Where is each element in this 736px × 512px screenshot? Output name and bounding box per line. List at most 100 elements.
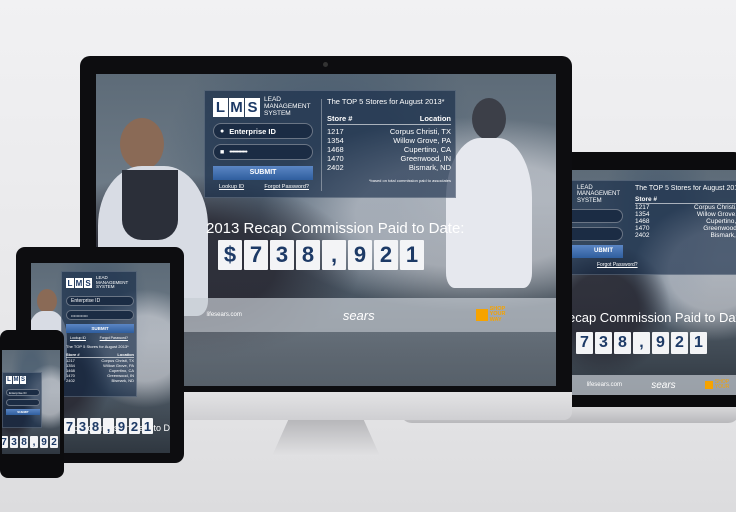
person-shirt bbox=[446, 138, 532, 288]
digit: 3 bbox=[77, 418, 88, 434]
commission-counter: 7 3 8 , 9 2 bbox=[2, 436, 58, 448]
enterprise-id-input[interactable]: D bbox=[572, 209, 623, 223]
store-num: 2402 bbox=[66, 378, 75, 383]
digit: , bbox=[633, 332, 650, 354]
digit: 9 bbox=[40, 436, 48, 448]
top5-table: The TOP 5 Stores for August 2013* Store … bbox=[327, 97, 451, 183]
camera-dot bbox=[323, 62, 328, 67]
password-input[interactable] bbox=[572, 227, 623, 241]
enterprise-id-input[interactable]: Enterprise ID bbox=[6, 389, 40, 396]
store-location: Greenwood, IN bbox=[400, 154, 451, 163]
password-input[interactable] bbox=[6, 399, 40, 406]
store-location: Greenwood, IN bbox=[703, 225, 736, 232]
logo: L M S bbox=[6, 376, 26, 384]
commission-counter: $ 7 3 8 , 9 2 1 bbox=[218, 240, 424, 270]
store-num: 2402 bbox=[635, 232, 650, 239]
commission-counter: 7 3 8 , 9 2 1 bbox=[576, 332, 707, 354]
lookup-id-link[interactable]: Lookup ID bbox=[219, 184, 244, 190]
login-panel: L M S LEAD MANAGEMENT SYSTEM Enterprise … bbox=[61, 271, 137, 397]
store-num: 1468 bbox=[327, 145, 344, 154]
footnote: *based on total commission paid to assoc… bbox=[368, 178, 451, 183]
col-location: Location bbox=[117, 352, 134, 357]
store-num: 2402 bbox=[327, 163, 344, 172]
digit: , bbox=[103, 418, 114, 434]
digit: 7 bbox=[2, 436, 8, 448]
forgot-password-link[interactable]: Forgot Password? bbox=[100, 336, 128, 340]
store-location: Cupertino, CA bbox=[403, 145, 451, 154]
store-num: 1354 bbox=[635, 211, 650, 218]
password-mask: •••••••••••• bbox=[229, 148, 247, 156]
password-input[interactable]: ■ •••••••••••• bbox=[213, 144, 313, 160]
logo-letter: S bbox=[245, 97, 260, 117]
person-head bbox=[472, 98, 506, 140]
logo-line3: SYSTEM bbox=[96, 284, 115, 290]
login-panel: L M S LEAD MANAGEMENT SYSTEM ● Enterpris… bbox=[204, 90, 456, 198]
sears-logo: sears bbox=[651, 379, 676, 391]
digit: 9 bbox=[116, 418, 127, 434]
store-location: Corpus Christi, TX bbox=[389, 127, 451, 136]
logo-line2: MANAGEMENT bbox=[577, 191, 621, 198]
digit: 2 bbox=[129, 418, 140, 434]
logo-line3: SYSTEM bbox=[264, 109, 291, 117]
submit-button[interactable]: SUBMIT bbox=[66, 324, 134, 333]
store-num: 1217 bbox=[635, 204, 650, 211]
shop-box-icon bbox=[704, 381, 713, 389]
digit: 1 bbox=[690, 332, 707, 354]
digit: 3 bbox=[595, 332, 612, 354]
submit-button[interactable]: SUBMIT bbox=[6, 409, 40, 415]
logo-letter: S bbox=[20, 376, 26, 384]
digit: 7 bbox=[64, 418, 75, 434]
submit-button[interactable]: SUBMIT bbox=[213, 166, 313, 180]
logo-letter: L bbox=[213, 97, 228, 117]
enterprise-placeholder: Enterprise ID bbox=[71, 298, 101, 304]
logo: L M S LEAD MANAGEMENT SYSTEM bbox=[66, 275, 128, 290]
sears-logo: sears bbox=[342, 307, 375, 323]
store-num: 1354 bbox=[327, 136, 344, 145]
logo-letter: M bbox=[75, 278, 83, 289]
shop-your-way-logo: SHOP YOUR WAY bbox=[475, 306, 505, 324]
digit: 7 bbox=[576, 332, 593, 354]
store-location: Bismark, ND bbox=[408, 163, 451, 172]
store-location: Willow Grove, PA bbox=[393, 136, 451, 145]
lookup-id-link[interactable]: Lookup ID bbox=[70, 336, 86, 340]
password-input[interactable]: •••••••••••• bbox=[66, 310, 134, 320]
digit: 2 bbox=[50, 436, 58, 448]
digit: 7 bbox=[244, 240, 268, 270]
site-link: lifesears.com bbox=[586, 382, 622, 388]
digit: 1 bbox=[142, 418, 153, 434]
store-location: Willow Grove, PA bbox=[696, 211, 736, 218]
col-store: Store # bbox=[66, 352, 80, 357]
col-store: Store # bbox=[635, 196, 658, 203]
forgot-password-link[interactable]: Forgot Password? bbox=[597, 262, 638, 268]
store-num: 1470 bbox=[635, 225, 650, 232]
phone-screen: L M S Enterprise ID SUBMIT 7 3 8 , 9 2 bbox=[2, 350, 60, 454]
forgot-password-link[interactable]: Forgot Password? bbox=[264, 184, 309, 190]
enterprise-placeholder: Enterprise ID bbox=[9, 390, 27, 395]
logo-letter: L bbox=[6, 376, 12, 384]
top5-heading: The TOP 5 Stores for August 2013* bbox=[66, 344, 129, 349]
digit: 8 bbox=[614, 332, 631, 354]
shop-word: WAY bbox=[489, 316, 502, 323]
logo: L M S LEAD MANAGEMENT SYSTEM bbox=[213, 96, 311, 117]
digit: , bbox=[322, 240, 346, 270]
store-num: 1468 bbox=[635, 218, 650, 225]
enterprise-id-input[interactable]: ● Enterprise ID bbox=[213, 123, 313, 139]
submit-button[interactable]: UBMIT bbox=[572, 245, 623, 258]
site-link: lifesears.com bbox=[206, 312, 242, 318]
col-location: Location bbox=[419, 114, 451, 123]
digit: $ bbox=[218, 240, 242, 270]
digit: 3 bbox=[270, 240, 294, 270]
login-panel: L M S Enterprise ID SUBMIT bbox=[2, 372, 42, 428]
logo-letter: L bbox=[66, 278, 74, 289]
digit: 9 bbox=[348, 240, 372, 270]
digit: 3 bbox=[10, 436, 18, 448]
top5-table: The TOP 5 Stores for August 2013* Store … bbox=[66, 344, 134, 383]
imac-stand bbox=[272, 420, 380, 456]
digit: 8 bbox=[20, 436, 28, 448]
digit: 2 bbox=[671, 332, 688, 354]
enterprise-id-input[interactable]: Enterprise ID bbox=[66, 296, 134, 306]
enterprise-placeholder: Enterprise ID bbox=[229, 126, 276, 136]
recap-label: ecap Commission Paid to Date bbox=[572, 310, 736, 325]
user-icon: ● bbox=[220, 127, 225, 135]
panel-divider bbox=[321, 99, 322, 191]
